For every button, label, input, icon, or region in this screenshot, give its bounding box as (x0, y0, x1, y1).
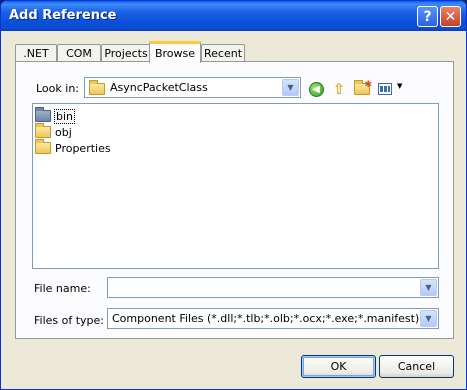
ok-button[interactable]: OK (301, 355, 376, 378)
add-reference-dialog: Add Reference ? ✕ .NET COM Projects Brow… (0, 0, 467, 390)
list-item-bin[interactable]: bin (35, 107, 76, 124)
tab-label: Projects (104, 47, 148, 60)
tab-dotnet[interactable]: .NET (15, 44, 57, 62)
folder-icon (35, 139, 51, 154)
chevron-down-icon[interactable]: ▼ (420, 279, 437, 296)
caret-down-icon[interactable]: ▼ (397, 82, 402, 90)
tab-label: COM (66, 47, 92, 60)
help-button[interactable]: ? (417, 6, 438, 27)
back-icon: ◀ (308, 81, 324, 97)
folder-icon (89, 80, 105, 95)
chevron-down-icon[interactable]: ▼ (282, 79, 299, 96)
file-name-combo[interactable]: ▼ (107, 277, 439, 298)
file-name-label: File name: (34, 282, 91, 295)
browse-panel: Look in: AsyncPacketClass ▼ ◀ ⇧ ✱ ▼ bin (15, 61, 454, 339)
views-menu-button[interactable] (376, 80, 394, 98)
close-button[interactable]: ✕ (440, 6, 461, 27)
back-button[interactable]: ◀ (307, 80, 325, 98)
new-folder-button[interactable]: ✱ (353, 80, 372, 98)
files-of-type-label: Files of type: (34, 314, 105, 327)
tab-projects[interactable]: Projects (101, 44, 151, 62)
files-of-type-combo[interactable]: Component Files (*.dll;*.tlb;*.olb;*.ocx… (107, 308, 439, 329)
tab-com[interactable]: COM (57, 44, 101, 62)
file-name: bin (54, 108, 76, 124)
list-item-obj[interactable]: obj (35, 123, 73, 140)
file-list[interactable]: bin obj Properties (32, 103, 439, 269)
tab-recent[interactable]: Recent (201, 44, 245, 62)
cancel-button[interactable]: Cancel (379, 355, 454, 378)
look-in-label: Look in: (36, 82, 79, 95)
up-folder-icon: ⇧ (332, 80, 346, 98)
up-folder-button[interactable]: ⇧ (330, 80, 348, 98)
views-menu-icon (378, 83, 392, 95)
tab-label: Recent (203, 47, 243, 60)
file-name: obj (55, 125, 72, 139)
folder-icon (35, 107, 51, 122)
files-of-type-value: Component Files (*.dll;*.tlb;*.olb;*.ocx… (112, 312, 420, 325)
title-bar[interactable]: Add Reference ? ✕ (1, 1, 466, 31)
tab-label: Browse (154, 47, 196, 60)
look-in-combo[interactable]: AsyncPacketClass ▼ (84, 77, 301, 98)
look-in-value: AsyncPacketClass (110, 81, 208, 94)
tab-label: .NET (23, 47, 49, 60)
file-name: Properties (55, 141, 111, 155)
new-folder-icon: ✱ (354, 80, 372, 95)
list-item-properties[interactable]: Properties (35, 139, 112, 156)
window-title: Add Reference (9, 8, 117, 23)
folder-icon (35, 123, 51, 138)
chevron-down-icon[interactable]: ▼ (420, 310, 437, 327)
tab-browse[interactable]: Browse (149, 41, 201, 63)
